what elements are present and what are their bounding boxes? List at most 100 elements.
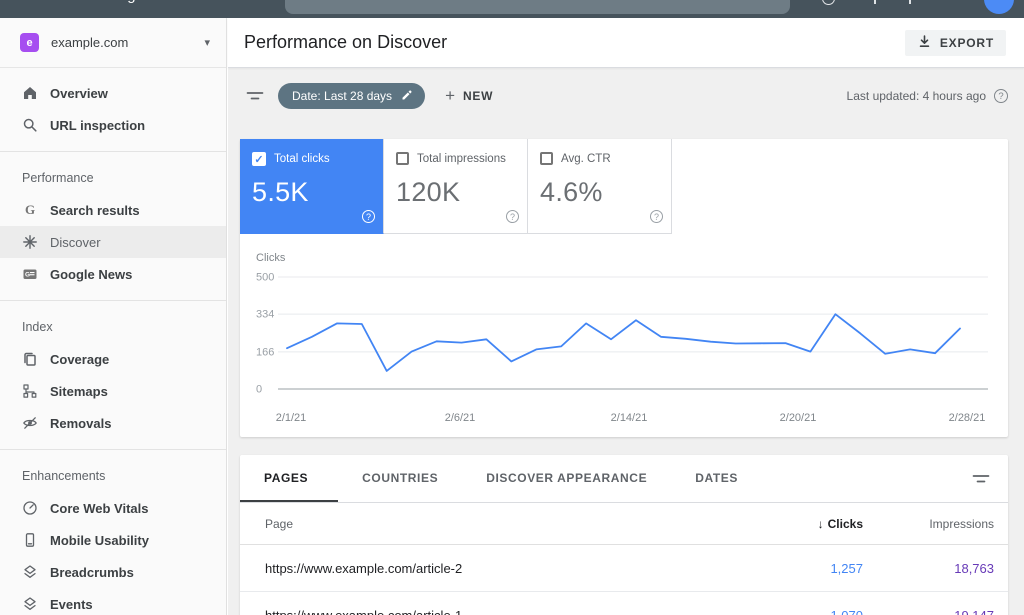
gauge-icon bbox=[22, 500, 38, 516]
table-header-row: Page ↓ Clicks Impressions bbox=[240, 503, 1008, 545]
clicks-line-chart[interactable]: 500 334 166 0 2/1/21 2/6/21 2/14/21 2/20/21 2/28… bbox=[240, 234, 1008, 437]
pages-icon bbox=[22, 351, 38, 367]
svg-text:2/14/21: 2/14/21 bbox=[611, 412, 648, 424]
sidebar-divider bbox=[0, 151, 226, 152]
tab-countries[interactable]: COUNTRIES bbox=[338, 455, 462, 502]
property-selector[interactable]: e example.com ▾ bbox=[0, 18, 226, 68]
checkbox-unchecked-icon[interactable] bbox=[396, 152, 409, 165]
page-url-link[interactable]: https://www.example.com/article-2 bbox=[240, 561, 743, 576]
edit-pencil-icon bbox=[401, 89, 413, 104]
section-label-index: Index bbox=[22, 320, 53, 334]
help-icon[interactable] bbox=[822, 0, 835, 5]
svg-text:166: 166 bbox=[256, 346, 274, 358]
sidebar-item-url-inspection[interactable]: URL inspection bbox=[0, 109, 226, 141]
sidebar: e example.com ▾ Overview URL inspection … bbox=[0, 18, 227, 615]
smartphone-icon bbox=[22, 532, 38, 548]
column-header-impressions[interactable]: Impressions bbox=[863, 517, 1008, 531]
table-filter-icon[interactable] bbox=[972, 470, 990, 488]
sidebar-item-breadcrumbs[interactable]: Breadcrumbs bbox=[0, 556, 226, 588]
sidebar-item-search-results[interactable]: G Search results bbox=[0, 194, 226, 226]
sidebar-item-sitemaps[interactable]: Sitemaps bbox=[0, 375, 226, 407]
property-badge: e bbox=[20, 33, 39, 52]
impressions-value: 19,147 bbox=[954, 607, 994, 615]
sitemap-icon bbox=[22, 383, 38, 399]
clicks-value: 1,257 bbox=[830, 560, 863, 576]
sidebar-divider bbox=[0, 300, 226, 301]
column-header-clicks[interactable]: ↓ Clicks bbox=[743, 517, 863, 531]
sidebar-item-discover[interactable]: Discover bbox=[0, 226, 226, 258]
filter-bar: Date: Last 28 days + NEW Last updated: 4… bbox=[240, 82, 1008, 110]
home-icon bbox=[22, 85, 38, 101]
app-logo: Google Search Console bbox=[98, 0, 264, 4]
checkbox-unchecked-icon[interactable] bbox=[540, 152, 553, 165]
sidebar-item-mobile-usability[interactable]: Mobile Usability bbox=[0, 524, 226, 556]
svg-text:G: G bbox=[25, 272, 30, 279]
avatar[interactable] bbox=[984, 0, 1014, 14]
sidebar-item-events[interactable]: Events bbox=[0, 588, 226, 615]
metric-tile-total-clicks[interactable]: ✓ Total clicks 5.5K ? bbox=[240, 139, 384, 234]
search-icon bbox=[22, 117, 38, 133]
page-url-link[interactable]: https://www.example.com/article-1 bbox=[240, 608, 743, 615]
settings-icon[interactable] bbox=[874, 0, 876, 4]
svg-text:334: 334 bbox=[256, 309, 274, 321]
help-icon[interactable]: ? bbox=[506, 210, 519, 223]
sidebar-nav: Overview URL inspection Performance G Se… bbox=[0, 68, 226, 615]
eye-off-icon bbox=[22, 415, 38, 431]
tab-dates[interactable]: DATES bbox=[671, 455, 762, 502]
table-row[interactable]: https://www.example.com/article-2 1,257 … bbox=[240, 545, 1008, 592]
metric-value: 4.6% bbox=[540, 177, 603, 207]
filter-icon[interactable] bbox=[246, 87, 264, 105]
layers-icon bbox=[22, 564, 38, 580]
svg-text:2/20/21: 2/20/21 bbox=[780, 412, 817, 424]
download-icon bbox=[917, 34, 932, 52]
checkbox-checked-icon[interactable]: ✓ bbox=[252, 152, 266, 166]
chevron-down-icon: ▾ bbox=[204, 37, 210, 49]
metric-tile-total-impressions[interactable]: Total impressions 120K ? bbox=[384, 139, 528, 234]
sidebar-item-core-web-vitals[interactable]: Core Web Vitals bbox=[0, 492, 226, 524]
svg-text:0: 0 bbox=[256, 384, 262, 396]
new-filter-button[interactable]: + NEW bbox=[445, 86, 493, 106]
page-header: Performance on Discover EXPORT bbox=[228, 18, 1024, 68]
metric-value: 120K bbox=[396, 177, 461, 207]
sidebar-item-google-news[interactable]: G Google News bbox=[0, 258, 226, 290]
svg-text:2/28/21: 2/28/21 bbox=[949, 412, 986, 424]
export-button[interactable]: EXPORT bbox=[904, 29, 1006, 56]
table-row[interactable]: https://www.example.com/article-1 1,070 … bbox=[240, 592, 1008, 615]
global-search-input[interactable] bbox=[285, 0, 790, 14]
section-label-performance: Performance bbox=[22, 171, 94, 185]
last-updated: Last updated: 4 hours ago ? bbox=[847, 89, 1008, 103]
help-icon[interactable]: ? bbox=[650, 210, 663, 223]
top-app-bar: Google Search Console bbox=[0, 0, 1024, 18]
layers-icon bbox=[22, 596, 38, 612]
metric-tiles: ✓ Total clicks 5.5K ? Total impressions … bbox=[240, 139, 672, 234]
date-filter-chip[interactable]: Date: Last 28 days bbox=[278, 83, 426, 109]
page-title: Performance on Discover bbox=[244, 32, 448, 52]
performance-chart-card: ✓ Total clicks 5.5K ? Total impressions … bbox=[240, 139, 1008, 437]
svg-text:2/1/21: 2/1/21 bbox=[276, 412, 307, 424]
impressions-value: 18,763 bbox=[954, 560, 994, 576]
tab-pages[interactable]: PAGES bbox=[240, 455, 339, 502]
svg-text:2/6/21: 2/6/21 bbox=[445, 412, 476, 424]
property-name: example.com bbox=[51, 35, 129, 50]
column-header-page[interactable]: Page bbox=[240, 517, 743, 531]
sidebar-item-overview[interactable]: Overview bbox=[0, 77, 226, 109]
discover-asterisk-icon bbox=[22, 234, 38, 250]
table-tabs: PAGES COUNTRIES DISCOVER APPEARANCE DATE… bbox=[240, 455, 1008, 503]
section-label-enhancements: Enhancements bbox=[22, 469, 106, 483]
metric-tile-avg-ctr[interactable]: Avg. CTR 4.6% ? bbox=[528, 139, 672, 234]
help-icon[interactable]: ? bbox=[994, 89, 1008, 103]
sidebar-divider bbox=[0, 449, 226, 450]
news-icon: G bbox=[22, 266, 38, 282]
apps-icon[interactable] bbox=[909, 0, 911, 4]
main-content: Performance on Discover EXPORT Date: Las… bbox=[228, 18, 1024, 615]
sort-desc-icon: ↓ bbox=[817, 516, 824, 531]
help-icon[interactable]: ? bbox=[362, 210, 375, 223]
plus-icon: + bbox=[445, 86, 455, 105]
svg-text:500: 500 bbox=[256, 272, 274, 284]
dimensions-table-card: PAGES COUNTRIES DISCOVER APPEARANCE DATE… bbox=[240, 455, 1008, 615]
google-g-icon: G bbox=[24, 202, 36, 217]
tab-discover-appearance[interactable]: DISCOVER APPEARANCE bbox=[462, 455, 671, 502]
sidebar-item-removals[interactable]: Removals bbox=[0, 407, 226, 439]
metric-value: 5.5K bbox=[252, 177, 309, 207]
sidebar-item-coverage[interactable]: Coverage bbox=[0, 343, 226, 375]
